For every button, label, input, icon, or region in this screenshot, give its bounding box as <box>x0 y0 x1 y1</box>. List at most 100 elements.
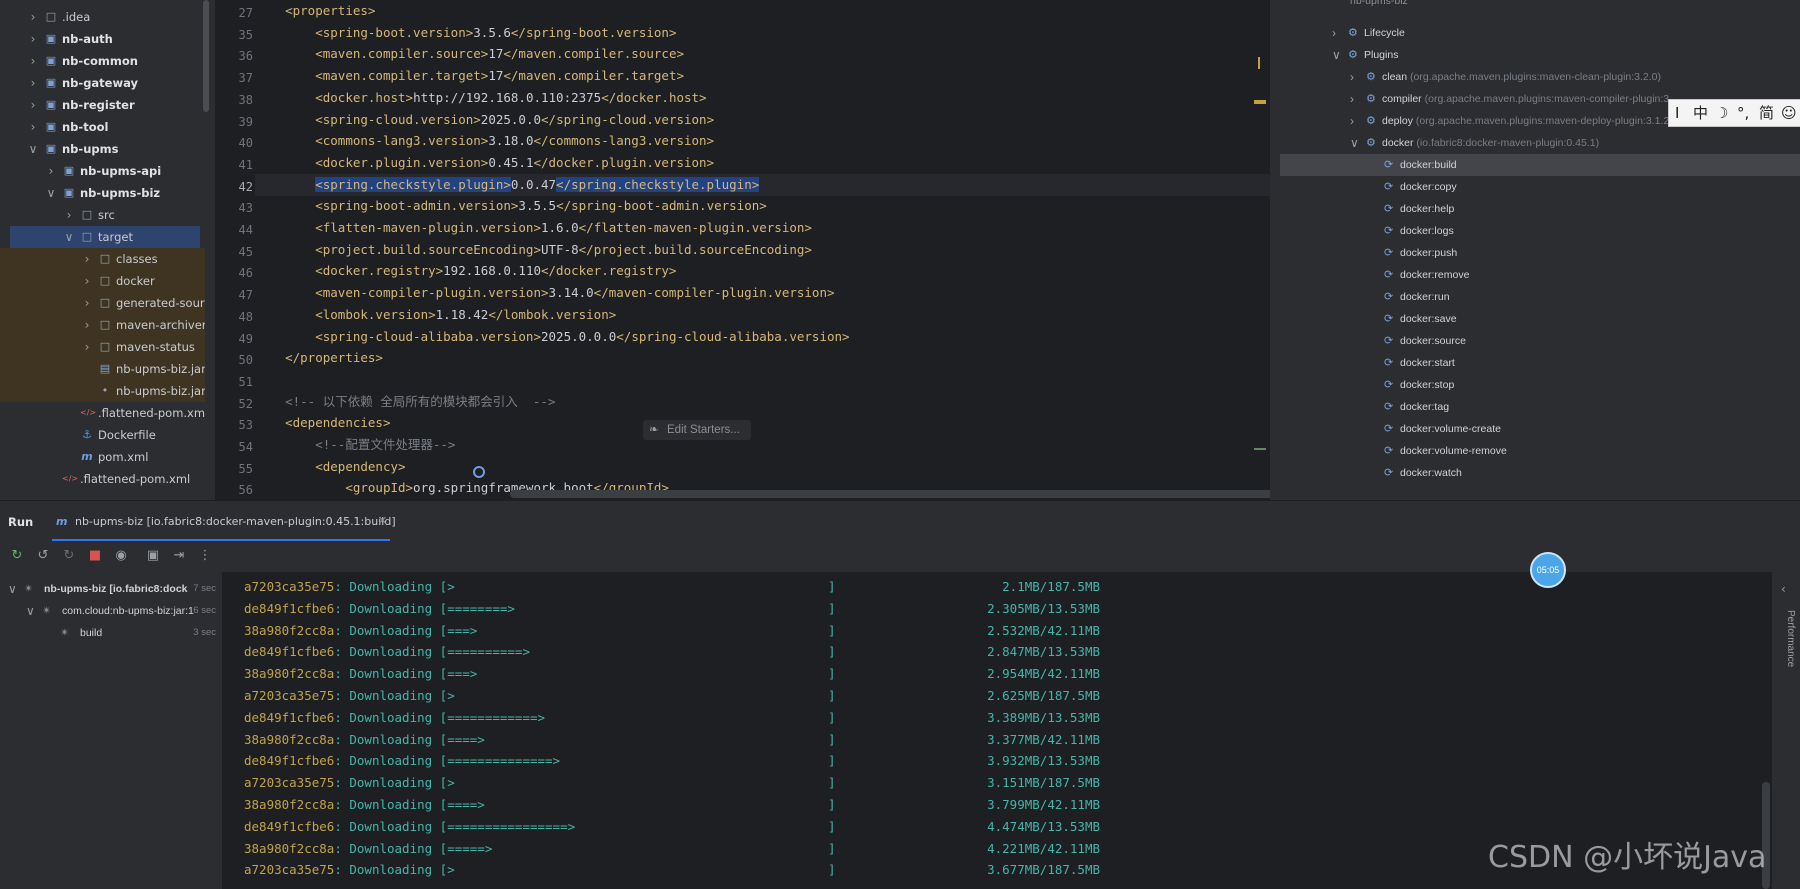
code-line[interactable]: <dependencies> <box>255 412 1270 434</box>
code-line[interactable] <box>255 369 1270 391</box>
tree-item[interactable]: › ▣ nb-upms-api <box>0 160 205 182</box>
chevron-right-icon[interactable]: › <box>28 28 38 50</box>
ime-button[interactable]: 中 <box>1693 100 1708 126</box>
chevron-right-icon[interactable]: › <box>82 292 92 314</box>
camera-icon[interactable]: ▣ <box>144 548 162 563</box>
tree-item[interactable]: › □ src <box>0 204 205 226</box>
chevron-down-icon[interactable]: ∨ <box>8 578 17 600</box>
ime-button[interactable]: ☺ <box>1781 100 1797 126</box>
code-line[interactable]: <spring-cloud.version>2025.0.0</spring-c… <box>255 109 1270 131</box>
code-line[interactable]: <!-- 以下依赖 全局所有的模块都会引入 --> <box>255 391 1270 413</box>
tree-item[interactable]: › ▣ nb-auth <box>0 28 205 50</box>
maven-tree-item[interactable]: ⟳ docker:remove <box>1270 264 1800 286</box>
restart-icon[interactable]: ↻ <box>60 548 78 563</box>
code-line[interactable]: <!--配置文件处理器--> <box>255 434 1270 456</box>
editor-horizontal-scrollbar[interactable] <box>510 490 1270 498</box>
chevron-down-icon[interactable]: ∨ <box>26 600 35 622</box>
tree-item[interactable]: › ▣ nb-common <box>0 50 205 72</box>
maven-tree-item[interactable]: ⟳ docker:push <box>1270 242 1800 264</box>
run-tab[interactable]: m nb-upms-biz [io.fabric8:docker-maven-p… <box>56 515 396 528</box>
export-icon[interactable]: ⇥ <box>170 548 188 563</box>
chevron-right-icon[interactable]: › <box>82 336 92 358</box>
tree-item[interactable]: ∨ ▣ nb-upms <box>0 138 205 160</box>
maven-tree-item[interactable]: ⟳ docker:volume-remove <box>1270 440 1800 462</box>
edit-starters-button[interactable]: ❧ Edit Starters... <box>643 420 751 440</box>
tree-item[interactable]: </> .flattened-pom.xml <box>0 468 205 490</box>
maven-tree-item[interactable]: ⟳ docker:start <box>1270 352 1800 374</box>
tree-item[interactable]: ∨ ▣ nb-upms-biz <box>0 182 205 204</box>
chevron-right-icon[interactable]: › <box>46 160 56 182</box>
chevron-down-icon[interactable]: ∨ <box>1332 44 1341 66</box>
dependency-gutter-icon[interactable] <box>473 466 485 478</box>
chevron-right-icon[interactable]: › <box>1332 22 1336 44</box>
tree-item[interactable]: › □ maven-status <box>0 336 205 358</box>
maven-tree-item[interactable]: ⟳ docker:stop <box>1270 374 1800 396</box>
chevron-right-icon[interactable]: › <box>1350 66 1354 88</box>
code-line[interactable]: <maven-compiler-plugin.version>3.14.0</m… <box>255 282 1270 304</box>
code-line[interactable]: <spring.checkstyle.plugin>0.0.47</spring… <box>255 173 1270 196</box>
rerun-icon[interactable]: ↻ <box>8 548 26 563</box>
maven-tree-item[interactable]: ⟳ docker:copy <box>1270 176 1800 198</box>
maven-tree-item[interactable]: › ⚙ clean (org.apache.maven.plugins:maven-… <box>1270 66 1800 88</box>
chevron-right-icon[interactable]: › <box>28 50 38 72</box>
code-line[interactable]: <maven.compiler.target>17</maven.compile… <box>255 65 1270 87</box>
maven-tree-item[interactable]: ⟳ docker:help <box>1270 198 1800 220</box>
eye-icon[interactable]: ◉ <box>112 548 130 563</box>
tree-item[interactable]: › ▣ nb-tool <box>0 116 205 138</box>
maven-tree-item[interactable]: ⟳ docker:build <box>1280 154 1800 176</box>
chevron-left-icon[interactable]: ‹ <box>1781 582 1786 596</box>
tree-item[interactable]: › □ maven-archiver <box>0 314 205 336</box>
chevron-right-icon[interactable]: › <box>1350 88 1354 110</box>
maven-tree-item[interactable]: ⟳ docker:source <box>1270 330 1800 352</box>
ime-toolbar[interactable]: I 中 ☽ °, 简 ☺ <box>1668 99 1800 127</box>
code-line[interactable]: <dependency> <box>255 456 1270 478</box>
tree-item[interactable]: • nb-upms-biz.jar.original <box>0 380 205 402</box>
maven-tree-item[interactable]: ⟳ docker:save <box>1270 308 1800 330</box>
chevron-down-icon[interactable]: ∨ <box>64 226 74 248</box>
run-tree-item[interactable]: ✴ build 3 sec <box>0 622 222 644</box>
code-line[interactable]: </properties> <box>255 347 1270 369</box>
chevron-right-icon[interactable]: › <box>28 72 38 94</box>
chevron-right-icon[interactable]: › <box>82 248 92 270</box>
code-line[interactable]: <spring-boot-admin.version>3.5.5</spring… <box>255 195 1270 217</box>
tree-item[interactable]: › □ classes <box>0 248 205 270</box>
code-line[interactable]: <properties> <box>255 0 1270 22</box>
code-line[interactable]: <lombok.version>1.18.42</lombok.version> <box>255 304 1270 326</box>
chevron-right-icon[interactable]: › <box>1350 110 1354 132</box>
ime-button[interactable]: I <box>1675 100 1679 126</box>
run-tree-item[interactable]: ∨ ✴ com.cloud:nb-upms-biz:jar:1 6 sec <box>0 600 222 622</box>
ime-button[interactable]: °, <box>1737 100 1749 126</box>
maven-tree-item[interactable]: › ⚙ Lifecycle <box>1270 22 1800 44</box>
code-line[interactable]: <flatten-maven-plugin.version>1.6.0</fla… <box>255 217 1270 239</box>
code-line[interactable]: <spring-cloud-alibaba.version>2025.0.0.0… <box>255 326 1270 348</box>
tree-item[interactable]: ∨ □ target <box>10 226 200 248</box>
tree-item[interactable]: ▤ nb-upms-biz.jar <box>0 358 205 380</box>
tree-item[interactable]: m pom.xml <box>0 446 205 468</box>
chevron-right-icon[interactable]: › <box>82 270 92 292</box>
ime-button[interactable]: ☽ <box>1715 100 1728 126</box>
stop-icon[interactable]: ■ <box>86 548 104 563</box>
code-line[interactable]: <docker.registry>192.168.0.110</docker.r… <box>255 260 1270 282</box>
close-icon[interactable]: ✕ <box>378 514 387 527</box>
tree-item[interactable]: › □ generated-sources <box>0 292 205 314</box>
maven-tree-item[interactable]: ⟳ docker:run <box>1270 286 1800 308</box>
chevron-right-icon[interactable]: › <box>64 204 74 226</box>
code-editor[interactable]: 27 35 36 37 38 39 40 41 42 43 44 45 46 47 48 49 50 51 52 53… <box>215 0 1270 500</box>
maven-tree-item[interactable]: ⟳ docker:logs <box>1270 220 1800 242</box>
chevron-right-icon[interactable]: › <box>28 6 38 28</box>
rerun-failed-icon[interactable]: ↺ <box>34 548 52 563</box>
tree-item[interactable]: </> .flattened-pom.xml <box>0 402 205 424</box>
tree-item[interactable]: ⚓ Dockerfile <box>0 424 205 446</box>
code-line[interactable]: <commons-lang3.version>3.18.0</commons-l… <box>255 130 1270 152</box>
code-line[interactable]: <project.build.sourceEncoding>UTF-8</pro… <box>255 239 1270 261</box>
tree-item[interactable]: › □ docker <box>0 270 205 292</box>
code-line[interactable]: <spring-boot.version>3.5.6</spring-boot.… <box>255 22 1270 44</box>
maven-tree-item[interactable]: ⟳ docker:watch <box>1270 462 1800 484</box>
chevron-right-icon[interactable]: › <box>28 94 38 116</box>
ime-button[interactable]: 简 <box>1759 100 1774 126</box>
chevron-down-icon[interactable]: ∨ <box>28 138 38 160</box>
chevron-down-icon[interactable]: ∨ <box>1350 132 1359 154</box>
maven-tree-item[interactable]: ∨ ⚙ docker (io.fabric8:docker-maven-plugin… <box>1270 132 1800 154</box>
code-line[interactable]: <docker.plugin.version>0.45.1</docker.pl… <box>255 152 1270 174</box>
chevron-right-icon[interactable]: › <box>82 314 92 336</box>
